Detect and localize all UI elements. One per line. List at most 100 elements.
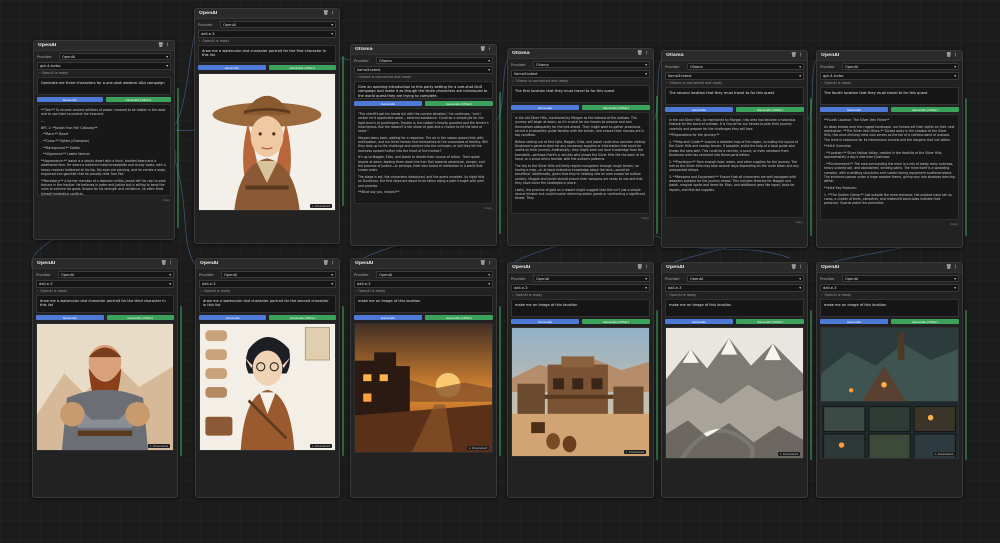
prompt-input[interactable]: The fourth location that they must trave…: [820, 87, 959, 105]
node-n8[interactable]: OpenAI 🗑 ⋮ Provider OpenAI ▾ dall-e-3 ▾ › O…: [195, 258, 340, 498]
generate-other-button[interactable]: Generate (Other): [105, 97, 171, 102]
provider-select[interactable]: OpenAI ▾: [58, 271, 174, 278]
node-n10[interactable]: OpenAI 🗑 ⋮ Provider OpenAI ▾ dall-e-3 ▾ › O…: [507, 262, 654, 498]
node-n6[interactable]: OpenAI 🗑 ⋮ Provider OpenAI ▾ gpt-4-turbo ▾…: [816, 50, 963, 248]
node-header[interactable]: Ollama 🗑 ⋮: [508, 49, 653, 59]
more-icon[interactable]: ⋮: [487, 261, 492, 266]
generate-other-button[interactable]: Generate (Other): [582, 319, 650, 324]
provider-select[interactable]: OpenAI ▾: [842, 63, 959, 70]
trash-icon[interactable]: 🗑: [946, 53, 952, 58]
model-select[interactable]: gpt-4-turbo ▾: [820, 72, 959, 80]
generate-button[interactable]: Generate: [511, 105, 579, 110]
output-text[interactable]: In the old Silver Hills. As mentioned by…: [665, 114, 804, 218]
generate-other-button[interactable]: Generate (Other): [269, 315, 336, 320]
node-scroll-rail[interactable]: [656, 96, 658, 234]
download-button[interactable]: ↓ Download: [466, 446, 489, 450]
node-scroll-rail[interactable]: [810, 98, 812, 236]
node-n12[interactable]: OpenAI 🗑 ⋮ Provider OpenAI ▾ dall-e-3 ▾ › O…: [816, 262, 963, 498]
trash-icon[interactable]: 🗑: [161, 261, 167, 266]
download-button[interactable]: ↓ Download: [932, 452, 955, 456]
provider-select[interactable]: OpenAI ▾: [533, 275, 650, 282]
node-header[interactable]: OpenAI 🗑 ⋮: [351, 259, 496, 269]
prompt-input[interactable]: make me an image of this location: [820, 299, 959, 317]
generate-other-button[interactable]: Generate (Other): [891, 107, 959, 112]
node-header[interactable]: OpenAI 🗑 ⋮: [195, 9, 339, 19]
output-text[interactable]: **Title:** To recover ancient artifacts …: [37, 104, 171, 196]
prompt-input[interactable]: draw me a watercolor dnd character portr…: [36, 295, 174, 313]
model-select[interactable]: llama3:latest ▾: [511, 70, 650, 78]
more-icon[interactable]: ⋮: [953, 265, 958, 270]
model-select[interactable]: llama3:latest ▾: [665, 72, 804, 80]
node-n4[interactable]: Ollama 🗑 ⋮ Provider Ollama ▾ llama3:lates…: [507, 48, 654, 246]
more-icon[interactable]: ⋮: [798, 53, 803, 58]
node-n3[interactable]: Ollama 🗑 ⋮ Provider Ollama ▾ llama3:lates…: [350, 44, 497, 246]
prompt-input[interactable]: Give an opening introduction to this par…: [354, 81, 493, 99]
more-icon[interactable]: ⋮: [165, 43, 170, 48]
node-scroll-rail[interactable]: [342, 56, 344, 206]
more-icon[interactable]: ⋮: [168, 261, 173, 266]
output-text[interactable]: In the old Silver Hills, mentioned by Mo…: [511, 112, 650, 214]
trash-icon[interactable]: 🗑: [323, 261, 329, 266]
generate-other-button[interactable]: Generate (Other): [106, 315, 174, 320]
node-n1[interactable]: OpenAI 🗑 ⋮ Provider OpenAI ▾ gpt-4-turbo ▾…: [33, 40, 175, 240]
provider-select[interactable]: OpenAI ▾: [842, 275, 959, 282]
node-header[interactable]: OpenAI 🗑 ⋮: [817, 51, 962, 61]
provider-select[interactable]: OpenAI ▾: [220, 21, 336, 28]
prompt-input[interactable]: Generate me three characters for a one-s…: [37, 77, 171, 95]
more-icon[interactable]: ⋮: [953, 53, 958, 58]
model-select[interactable]: gpt-4-turbo ▾: [37, 62, 171, 70]
prompt-input[interactable]: The second location that they must trave…: [665, 87, 804, 105]
node-header[interactable]: OpenAI 🗑 ⋮: [817, 263, 962, 273]
more-icon[interactable]: ⋮: [487, 47, 492, 52]
model-select[interactable]: dall-e-3 ▾: [36, 280, 174, 288]
output-text[interactable]: **Fourth Location: The Silver Vein Mines…: [820, 114, 959, 220]
generate-other-button[interactable]: Generate (Other): [891, 319, 959, 324]
prompt-input[interactable]: draw me a watercolor dnd character portr…: [199, 295, 336, 313]
download-button[interactable]: ↓ Download: [623, 450, 646, 454]
generate-button[interactable]: Generate: [665, 107, 733, 112]
model-select[interactable]: dall-e-3 ▾: [198, 30, 336, 38]
model-select[interactable]: dall-e-3 ▾: [354, 280, 493, 288]
node-scroll-rail[interactable]: [180, 306, 182, 456]
trash-icon[interactable]: 🗑: [791, 265, 797, 270]
generate-other-button[interactable]: Generate (Other): [736, 107, 804, 112]
node-header[interactable]: OpenAI 🗑 ⋮: [33, 259, 177, 269]
model-select[interactable]: dall-e-3 ▾: [511, 284, 650, 292]
prompt-input[interactable]: draw me a watercolor dnd character portr…: [198, 45, 336, 63]
more-icon[interactable]: ⋮: [798, 265, 803, 270]
node-n2[interactable]: OpenAI 🗑 ⋮ Provider OpenAI ▾ dall-e-3 ▾ › O…: [194, 8, 340, 244]
generate-other-button[interactable]: Generate (Other): [425, 101, 493, 106]
generate-button[interactable]: Generate: [354, 101, 422, 106]
node-scroll-rail[interactable]: [499, 306, 501, 456]
node-scroll-rail[interactable]: [656, 310, 658, 460]
generate-other-button[interactable]: Generate (Other): [582, 105, 650, 110]
prompt-input[interactable]: make me an image of this location: [354, 295, 493, 313]
generate-button[interactable]: Generate: [511, 319, 579, 324]
generate-button[interactable]: Generate: [199, 315, 266, 320]
more-icon[interactable]: ⋮: [644, 51, 649, 56]
node-scroll-rail[interactable]: [342, 306, 344, 456]
provider-select[interactable]: OpenAI ▾: [59, 53, 171, 60]
download-button[interactable]: ↓ Download: [777, 452, 800, 456]
download-button[interactable]: ↓ Download: [309, 204, 332, 208]
provider-select[interactable]: OpenAI ▾: [221, 271, 336, 278]
trash-icon[interactable]: 🗑: [637, 51, 643, 56]
copy-button[interactable]: Copy: [38, 198, 170, 202]
generate-button[interactable]: Generate: [37, 97, 103, 102]
generate-other-button[interactable]: Generate (Other): [425, 315, 493, 320]
generate-button[interactable]: Generate: [198, 65, 266, 70]
model-select[interactable]: dall-e-3 ▾: [199, 280, 336, 288]
generate-other-button[interactable]: Generate (Other): [736, 319, 804, 324]
node-n11[interactable]: OpenAI 🗑 ⋮ Provider OpenAI ▾ dall-e-3 ▾ › O…: [661, 262, 808, 498]
generate-button[interactable]: Generate: [820, 107, 888, 112]
generate-button[interactable]: Generate: [820, 319, 888, 324]
node-header[interactable]: Ollama 🗑 ⋮: [351, 45, 496, 55]
trash-icon[interactable]: 🗑: [480, 261, 486, 266]
node-scroll-rail[interactable]: [499, 92, 501, 234]
prompt-input[interactable]: make me an image of this location: [665, 299, 804, 317]
node-scroll-rail[interactable]: [810, 310, 812, 460]
copy-button[interactable]: Copy: [355, 206, 492, 210]
workflow-canvas[interactable]: OpenAI 🗑 ⋮ Provider OpenAI ▾ gpt-4-turbo ▾…: [0, 0, 1000, 543]
prompt-input[interactable]: make me an image of this location: [511, 299, 650, 317]
trash-icon[interactable]: 🗑: [158, 43, 164, 48]
